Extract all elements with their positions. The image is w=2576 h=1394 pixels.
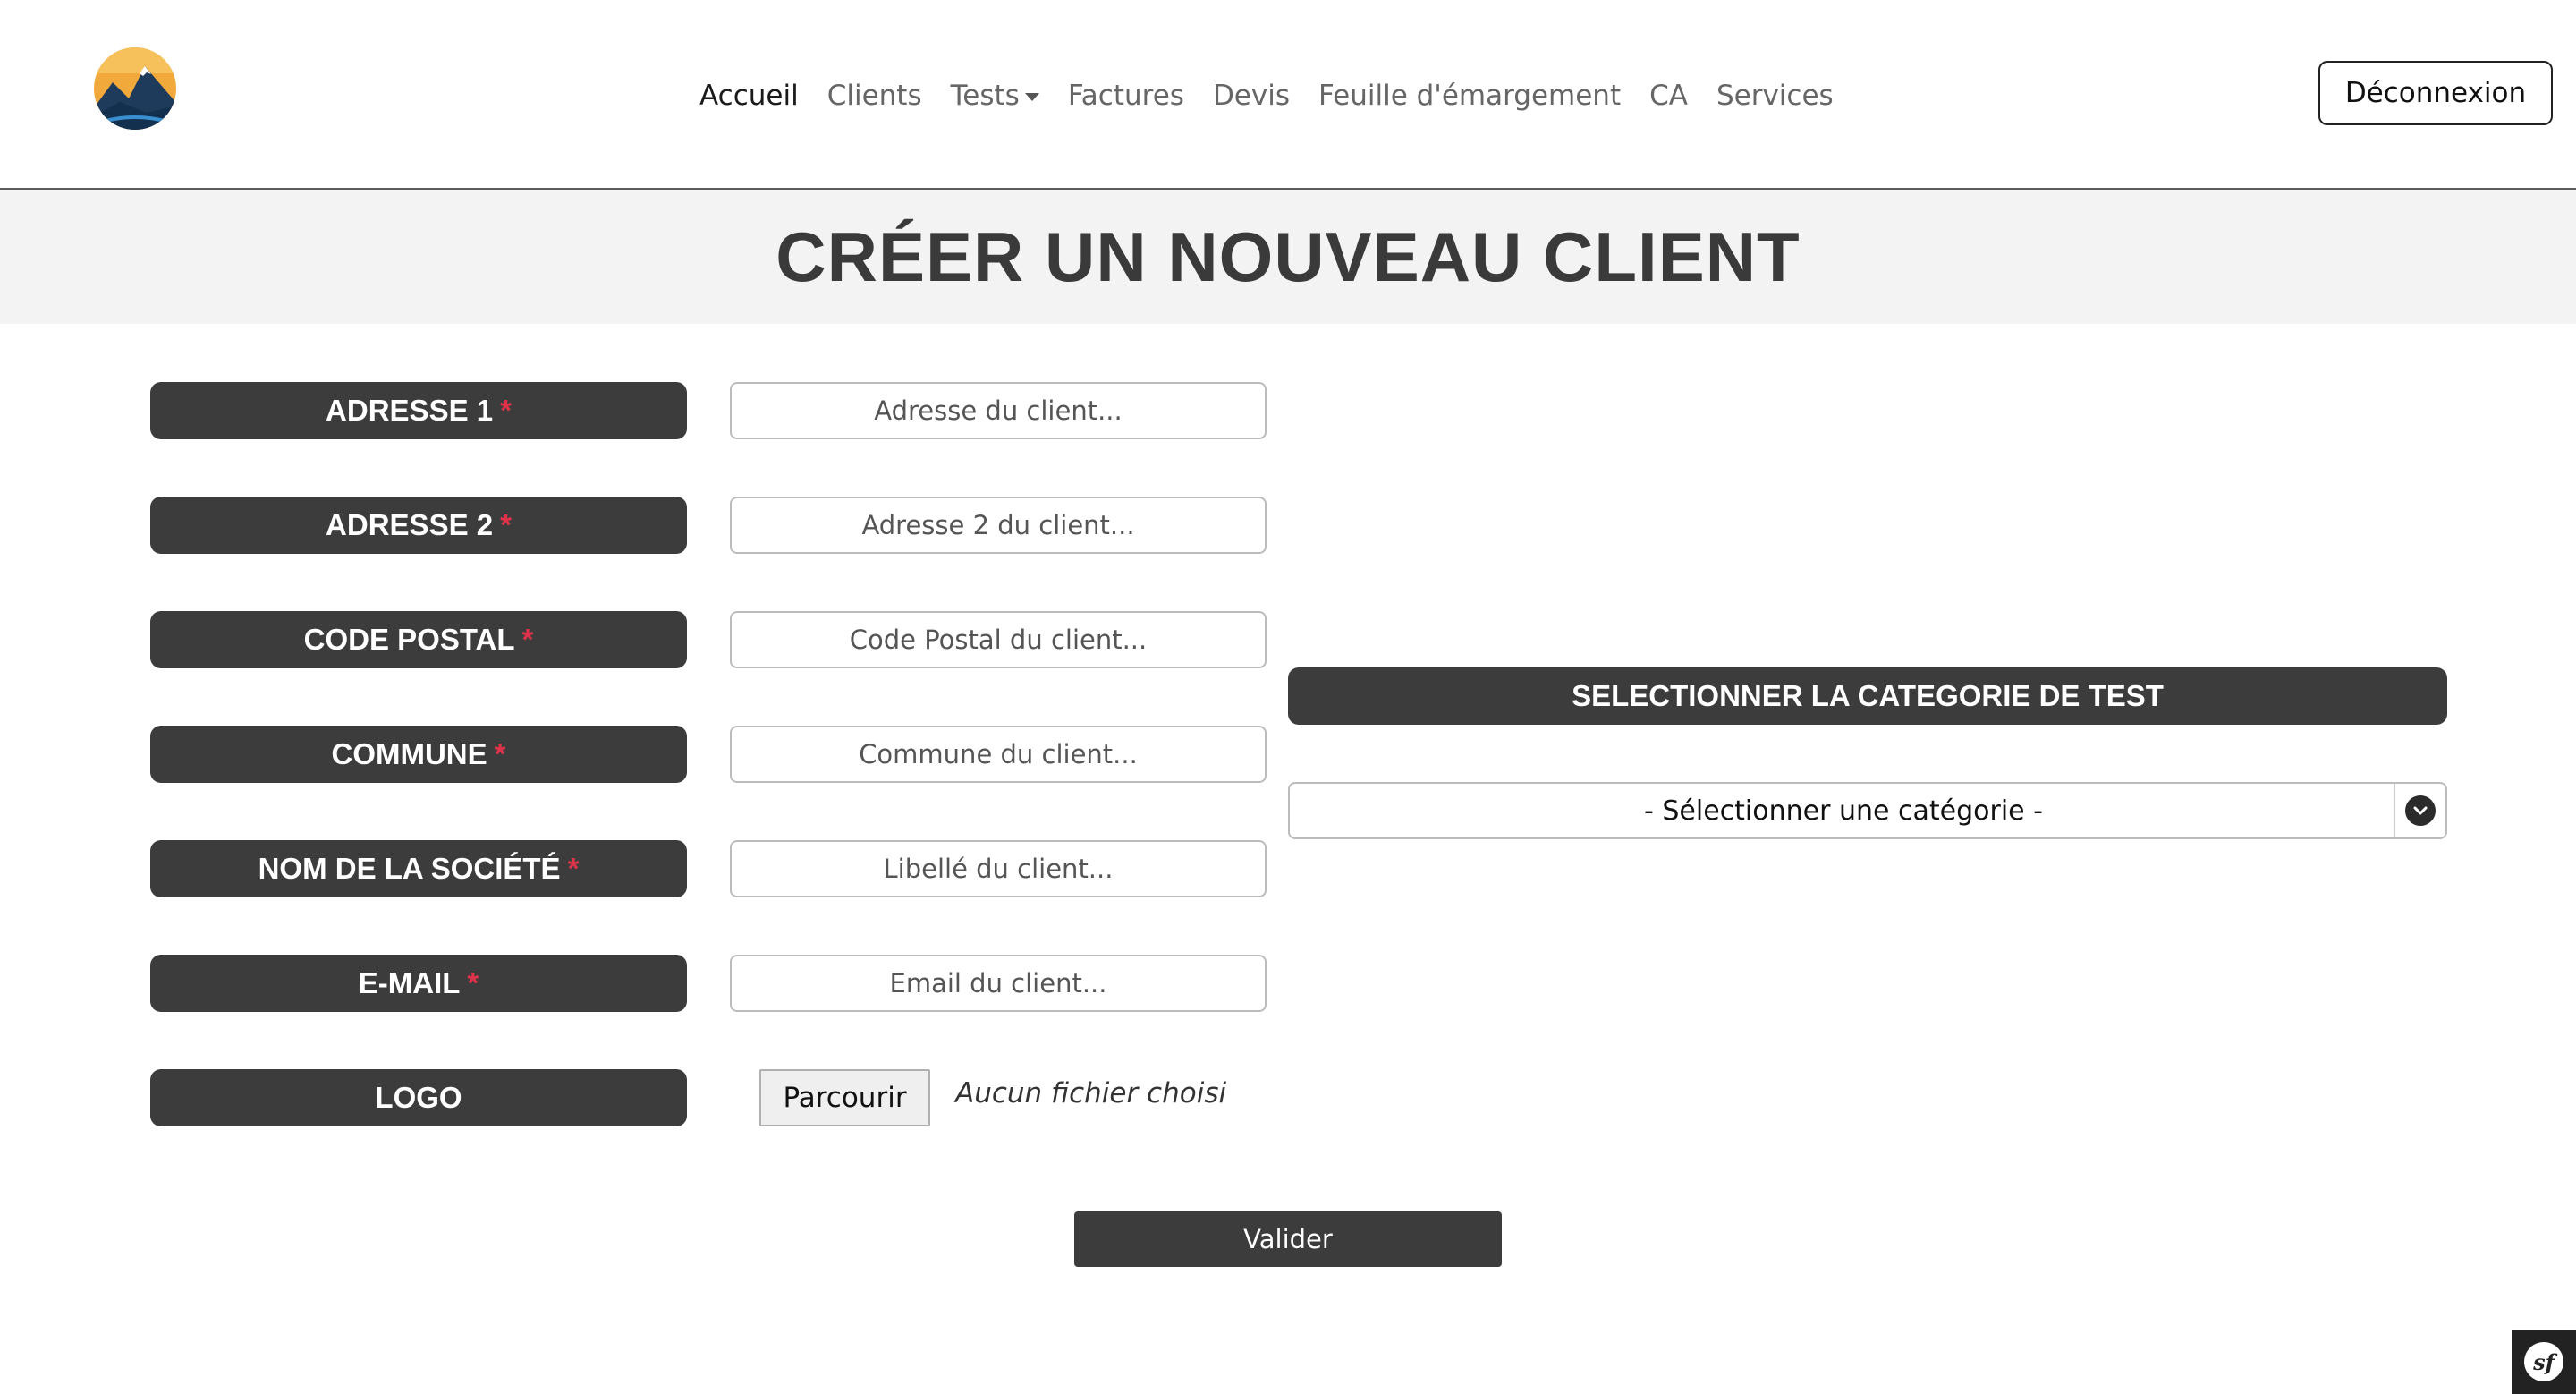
label-text: Nom de la société — [258, 852, 561, 885]
mountain-sunset-logo[interactable] — [93, 47, 177, 131]
nav-devis[interactable]: Devis — [1213, 80, 1290, 112]
adresse-1-input[interactable] — [730, 382, 1267, 439]
symfony-logo-icon: sf — [2524, 1342, 2563, 1381]
logout-button[interactable]: Déconnexion — [2318, 61, 2553, 125]
category-selected-value: - Sélectionner une catégorie - — [1644, 795, 2043, 827]
label-email: E-mail * — [150, 955, 687, 1012]
label-adresse-1: Adresse 1 * — [150, 382, 687, 439]
nav-accueil[interactable]: Accueil — [699, 80, 799, 112]
debug-toolbar-toggle[interactable]: sf — [2512, 1330, 2576, 1394]
required-mark: * — [494, 737, 506, 770]
browse-file-button[interactable]: Parcourir — [759, 1069, 930, 1126]
label-text: Logo — [375, 1081, 462, 1114]
commune-input[interactable] — [730, 726, 1267, 783]
nav-services[interactable]: Services — [1716, 80, 1834, 112]
label-text: E-mail — [358, 966, 461, 999]
category-select[interactable]: - Sélectionner une catégorie - — [1288, 782, 2447, 839]
label-commune: Commune * — [150, 726, 687, 783]
required-mark: * — [500, 508, 512, 541]
submit-button[interactable]: Valider — [1074, 1211, 1502, 1267]
nom-societe-input[interactable] — [730, 840, 1267, 897]
label-adresse-2: Adresse 2 * — [150, 497, 687, 554]
page-title: Créer un nouveau client — [775, 217, 1801, 296]
category-label: Selectionner la categorie de test — [1288, 667, 2447, 725]
required-mark: * — [500, 394, 512, 427]
code-postal-input[interactable] — [730, 611, 1267, 668]
title-band: Créer un nouveau client — [0, 190, 2576, 324]
top-navbar: Accueil Clients Tests Factures Devis Feu… — [0, 0, 2576, 190]
adresse-2-input[interactable] — [730, 497, 1267, 554]
required-mark: * — [521, 623, 534, 656]
nav-feuille-emargement[interactable]: Feuille d'émargement — [1318, 80, 1621, 112]
select-arrow-box[interactable] — [2394, 784, 2445, 837]
label-text: Commune — [331, 737, 487, 770]
nav-factures[interactable]: Factures — [1068, 80, 1184, 112]
required-mark: * — [467, 966, 479, 999]
file-status-text: Aucun fichier choisi — [955, 1077, 1227, 1109]
chevron-down-icon — [2405, 795, 2436, 826]
label-text: Adresse 2 — [326, 508, 494, 541]
label-text: Code Postal — [303, 623, 515, 656]
label-nom-societe: Nom de la société * — [150, 840, 687, 897]
caret-down-icon — [1024, 93, 1039, 101]
nav-ca[interactable]: CA — [1649, 80, 1688, 112]
label-text: Adresse 1 — [326, 394, 494, 427]
main-nav: Accueil Clients Tests Factures Devis Feu… — [699, 73, 1862, 118]
nav-tests-label: Tests — [950, 80, 1020, 112]
nav-tests-dropdown[interactable]: Tests — [951, 80, 1039, 112]
label-code-postal: Code Postal * — [150, 611, 687, 668]
required-mark: * — [567, 852, 580, 885]
nav-clients[interactable]: Clients — [827, 80, 922, 112]
label-logo: Logo — [150, 1069, 687, 1126]
email-input[interactable] — [730, 955, 1267, 1012]
